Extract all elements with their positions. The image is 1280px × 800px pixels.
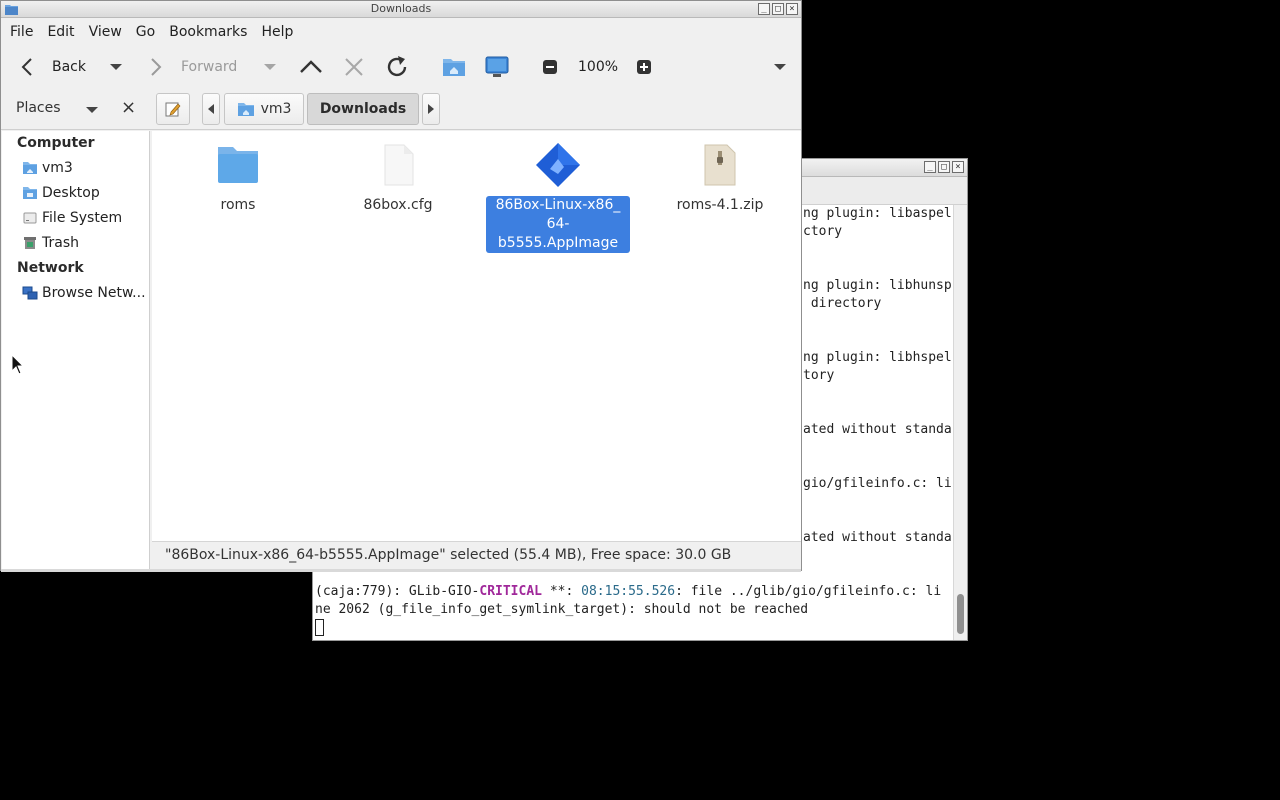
stop-icon [345, 58, 363, 76]
forward-button[interactable]: Forward [147, 46, 237, 88]
breadcrumb-downloads[interactable]: Downloads [307, 93, 419, 125]
places-label[interactable]: Places [16, 100, 61, 116]
sidebar-item-browse-network[interactable]: Browse Netw... [22, 285, 146, 301]
zip-archive-icon [704, 144, 736, 186]
back-history-dropdown[interactable] [109, 46, 123, 88]
terminal-line: gio/gfileinfo.c: li [803, 476, 952, 491]
close-sidebar-icon[interactable]: × [121, 97, 136, 118]
reload-button[interactable] [384, 46, 410, 88]
chevron-down-icon[interactable] [85, 105, 99, 115]
terminal-line: tory [803, 368, 835, 383]
window-bottom-border [1, 569, 801, 572]
close-icon[interactable]: × [952, 161, 964, 173]
terminal-line: ctory [803, 224, 843, 239]
terminal-line: ne 2062 (g_file_info_get_symlink_target)… [315, 602, 809, 617]
chevron-left-icon [208, 104, 214, 114]
menu-file[interactable]: File [3, 24, 40, 40]
terminal-line: ng plugin: libaspel [803, 206, 952, 221]
file-item-86box-cfg[interactable]: 86box.cfg [326, 141, 470, 215]
places-sidebar: Computer vm3 Desktop File System Trash N… [2, 131, 150, 569]
minimize-icon[interactable]: _ [924, 161, 936, 173]
forward-arrow-icon [151, 58, 162, 76]
mouse-pointer-icon [11, 354, 25, 375]
computer-button[interactable] [484, 46, 510, 88]
zoom-in-icon [637, 60, 651, 74]
zoom-in-button[interactable] [636, 46, 652, 88]
file-item-roms[interactable]: roms [166, 141, 310, 215]
desktop-folder-icon [23, 187, 37, 199]
menu-go[interactable]: Go [129, 24, 162, 40]
status-bar: "86Box-Linux-x86_64-b5555.AppImage" sele… [152, 541, 801, 569]
reload-icon [387, 56, 407, 77]
zoom-out-icon [543, 60, 557, 74]
breadcrumb-scroll-right[interactable] [422, 93, 440, 125]
file-view[interactable]: roms 86box.cfg 86Box-Linux-x86_ 64-b5555.… [152, 131, 801, 541]
terminal-cursor [315, 619, 324, 639]
critical-label: CRITICAL [479, 584, 542, 599]
back-button[interactable]: Back [17, 46, 86, 88]
menu-bookmarks[interactable]: Bookmarks [162, 24, 254, 40]
menu-view[interactable]: View [82, 24, 129, 40]
zoom-out-button[interactable] [542, 46, 558, 88]
network-icon [22, 286, 38, 300]
chevron-right-icon [428, 104, 434, 114]
home-folder-icon [237, 103, 254, 116]
computer-monitor-icon [485, 56, 509, 77]
close-icon[interactable]: × [786, 3, 798, 15]
sidebar-header-computer: Computer [17, 135, 95, 151]
timestamp: 08:15:55.526 [581, 584, 676, 599]
terminal-critical-line: (caja:779): GLib-GIO-CRITICAL **: 08:15:… [315, 584, 942, 599]
zoom-level[interactable]: 100% [578, 46, 618, 88]
terminal-line: ated without standa [803, 530, 952, 545]
chevron-down-icon [110, 64, 122, 70]
edit-location-button[interactable] [156, 93, 190, 125]
sidebar-header-network: Network [17, 260, 84, 276]
menubar: File Edit View Go Bookmarks Help [1, 18, 801, 46]
text-file-icon [384, 144, 414, 186]
breadcrumb-vm3[interactable]: vm3 [224, 93, 304, 125]
file-item-roms-zip[interactable]: roms-4.1.zip [648, 141, 792, 215]
breadcrumb-scroll-left[interactable] [202, 93, 220, 125]
folder-icon [218, 147, 258, 183]
maximize-icon[interactable]: □ [772, 3, 784, 15]
forward-history-dropdown[interactable] [263, 46, 277, 88]
sidebar-item-vm3[interactable]: vm3 [22, 160, 73, 176]
terminal-scrollbar[interactable] [953, 205, 967, 640]
toolbar-overflow-button[interactable] [773, 46, 787, 88]
sidebar-item-file-system[interactable]: File System [22, 210, 122, 226]
home-folder-icon [23, 162, 37, 174]
terminal-line: directory [803, 296, 882, 311]
home-folder-icon [443, 59, 465, 76]
home-button[interactable] [442, 46, 466, 88]
scrollbar-thumb[interactable] [957, 594, 964, 634]
drive-icon [23, 212, 37, 224]
appimage-icon [536, 143, 580, 187]
chevron-down-icon [774, 64, 786, 70]
window-titlebar[interactable]: Downloads _ □ × [1, 1, 801, 18]
stop-button[interactable] [343, 46, 365, 88]
window-title: Downloads [370, 2, 432, 15]
menu-edit[interactable]: Edit [40, 24, 81, 40]
up-arrow-icon [300, 60, 322, 73]
sidebar-item-desktop[interactable]: Desktop [22, 185, 100, 201]
trash-icon [24, 237, 36, 249]
terminal-line: ng plugin: libhspel [803, 350, 952, 365]
menu-help[interactable]: Help [254, 24, 300, 40]
terminal-line: ated without standa [803, 422, 952, 437]
back-arrow-icon [21, 58, 32, 76]
minimize-icon[interactable]: _ [758, 3, 770, 15]
sidebar-item-trash[interactable]: Trash [22, 235, 79, 251]
file-manager-window[interactable]: Downloads _ □ × File Edit View Go Bookma… [0, 0, 802, 572]
edit-pencil-icon [165, 102, 181, 117]
maximize-icon[interactable]: □ [938, 161, 950, 173]
terminal-line: ng plugin: libhunsp [803, 278, 952, 293]
file-item-86box-appimage[interactable]: 86Box-Linux-x86_ 64-b5555.AppImage [486, 141, 630, 253]
toolbar: Back Forward 100% [1, 46, 801, 88]
up-button[interactable] [299, 46, 323, 88]
location-bar: Places × vm3 Downloads [1, 88, 801, 130]
chevron-down-icon [264, 64, 276, 70]
